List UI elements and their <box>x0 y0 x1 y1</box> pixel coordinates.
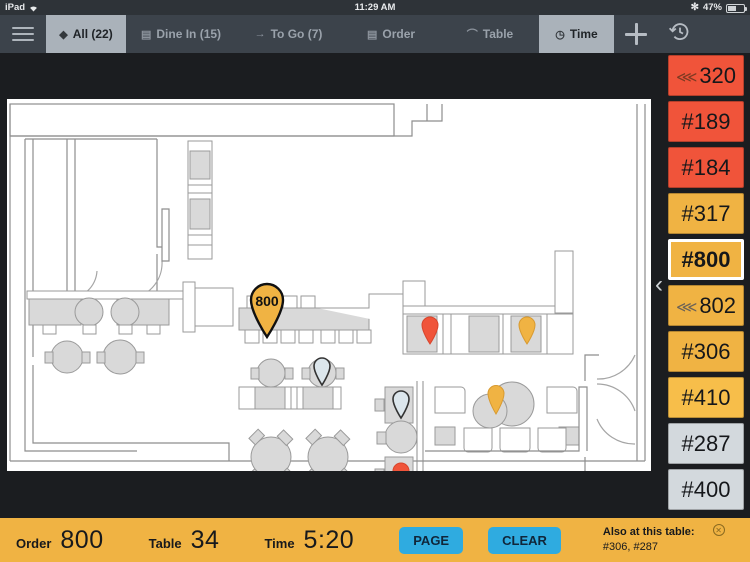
close-circle-icon[interactable]: ✕ <box>712 524 725 536</box>
order-tile-label: #400 <box>681 476 731 502</box>
order-tile-label: #317 <box>681 200 731 226</box>
tab-order[interactable]: ▤ Order <box>341 15 441 53</box>
add-order-button[interactable] <box>614 15 658 53</box>
order-tile-label: #189 <box>681 108 731 134</box>
tab-to-go-label: To Go (7) <box>270 27 323 41</box>
history-clock-icon <box>668 20 692 49</box>
order-tile-label: #410 <box>681 384 731 410</box>
page-button[interactable]: PAGE <box>399 526 464 554</box>
tab-to-go[interactable]: → To Go (7) <box>236 15 341 53</box>
order-tile-label: #800 <box>681 246 731 272</box>
plus-icon <box>625 23 647 45</box>
status-time: 11:29 AM <box>354 2 396 13</box>
status-right: ✻ 47% <box>690 2 747 13</box>
tab-table[interactable]: ⌒ Table <box>441 15 539 53</box>
bottom-info-bar: Order 800 Table 34 Time 5:20 PAGE CLEAR … <box>0 518 750 562</box>
battery-percent: 47% <box>702 2 722 13</box>
floor-plan-drawing: 800 <box>7 99 651 471</box>
tab-dine-in-label: Dine In (15) <box>156 27 222 41</box>
top-tab-bar: ◆ All (22) ▤ Dine In (15) → To Go (7) ▤ … <box>0 15 750 53</box>
order-field: Order 800 <box>16 526 104 555</box>
order-tile-306[interactable]: #306 <box>668 331 744 372</box>
order-tile-184[interactable]: #184 <box>668 147 744 188</box>
order-tile-287[interactable]: #287 <box>668 423 744 464</box>
chevron-left-icon[interactable]: ‹ <box>650 265 668 305</box>
order-tile-800[interactable]: #800 <box>668 239 744 280</box>
time-value: 5:20 <box>303 525 355 554</box>
order-tile-400[interactable]: #400 <box>668 469 744 510</box>
table-field: Table 34 <box>149 526 220 555</box>
pos-floorplan-screen: iPad 11:29 AM ✻ 47% ◆ All (22) ▤ Dine In… <box>0 0 750 562</box>
tab-time[interactable]: ◷ Time <box>539 15 614 53</box>
bluetooth-icon: ✻ <box>690 2 699 13</box>
order-tile-label: #287 <box>681 430 731 456</box>
also-at-table-values: #306, #287 <box>602 541 658 553</box>
order-sidebar: ⋙ 320 #189 #184 #317 #800 ⋙ 802 #306 #41… <box>668 55 744 515</box>
order-tile-label: 802 <box>699 292 737 318</box>
list-icon: ▤ <box>366 28 378 41</box>
order-tile-189[interactable]: #189 <box>668 101 744 142</box>
time-field: Time 5:20 <box>264 526 354 555</box>
tab-time-label: Time <box>569 27 598 41</box>
svg-text:800: 800 <box>255 293 279 309</box>
order-tile-320[interactable]: ⋙ 320 <box>668 55 744 96</box>
tab-dine-in[interactable]: ▤ Dine In (15) <box>126 15 236 53</box>
table-icon: ⌒ <box>466 29 478 41</box>
order-tile-label: #306 <box>681 338 731 364</box>
rss-icon: ⋙ <box>675 298 698 316</box>
clear-button[interactable]: CLEAR <box>488 526 561 554</box>
rss-icon: ⋙ <box>675 68 698 86</box>
tab-order-label: Order <box>382 27 416 41</box>
clock-icon: ◷ <box>555 28 565 41</box>
diamond-icon: ◆ <box>59 28 68 41</box>
order-tile-label: #184 <box>681 154 731 180</box>
order-value: 800 <box>60 525 104 554</box>
tab-all[interactable]: ◆ All (22) <box>46 15 126 53</box>
ios-status-bar: iPad 11:29 AM ✻ 47% <box>0 0 750 15</box>
also-at-table-info: Also at this table: #306, #287 <box>603 525 695 555</box>
battery-icon <box>726 4 747 13</box>
time-label: Time <box>264 535 295 551</box>
order-tile-317[interactable]: #317 <box>668 193 744 234</box>
order-tile-410[interactable]: #410 <box>668 377 744 418</box>
order-tile-802[interactable]: ⋙ 802 <box>668 285 744 326</box>
floor-plan-canvas[interactable]: 800 <box>7 99 651 471</box>
hamburger-menu-icon[interactable] <box>0 15 46 53</box>
tab-table-label: Table <box>482 27 514 41</box>
also-at-table-header: Also at this table: <box>602 526 695 539</box>
building-icon: ▤ <box>140 28 152 41</box>
order-label: Order <box>16 535 52 551</box>
history-button[interactable] <box>658 15 702 53</box>
tab-all-label: All (22) <box>72 27 113 41</box>
arrow-right-icon: → <box>254 28 266 40</box>
table-value: 34 <box>190 525 220 554</box>
table-label: Table <box>148 535 182 551</box>
order-tile-label: 320 <box>699 62 737 88</box>
